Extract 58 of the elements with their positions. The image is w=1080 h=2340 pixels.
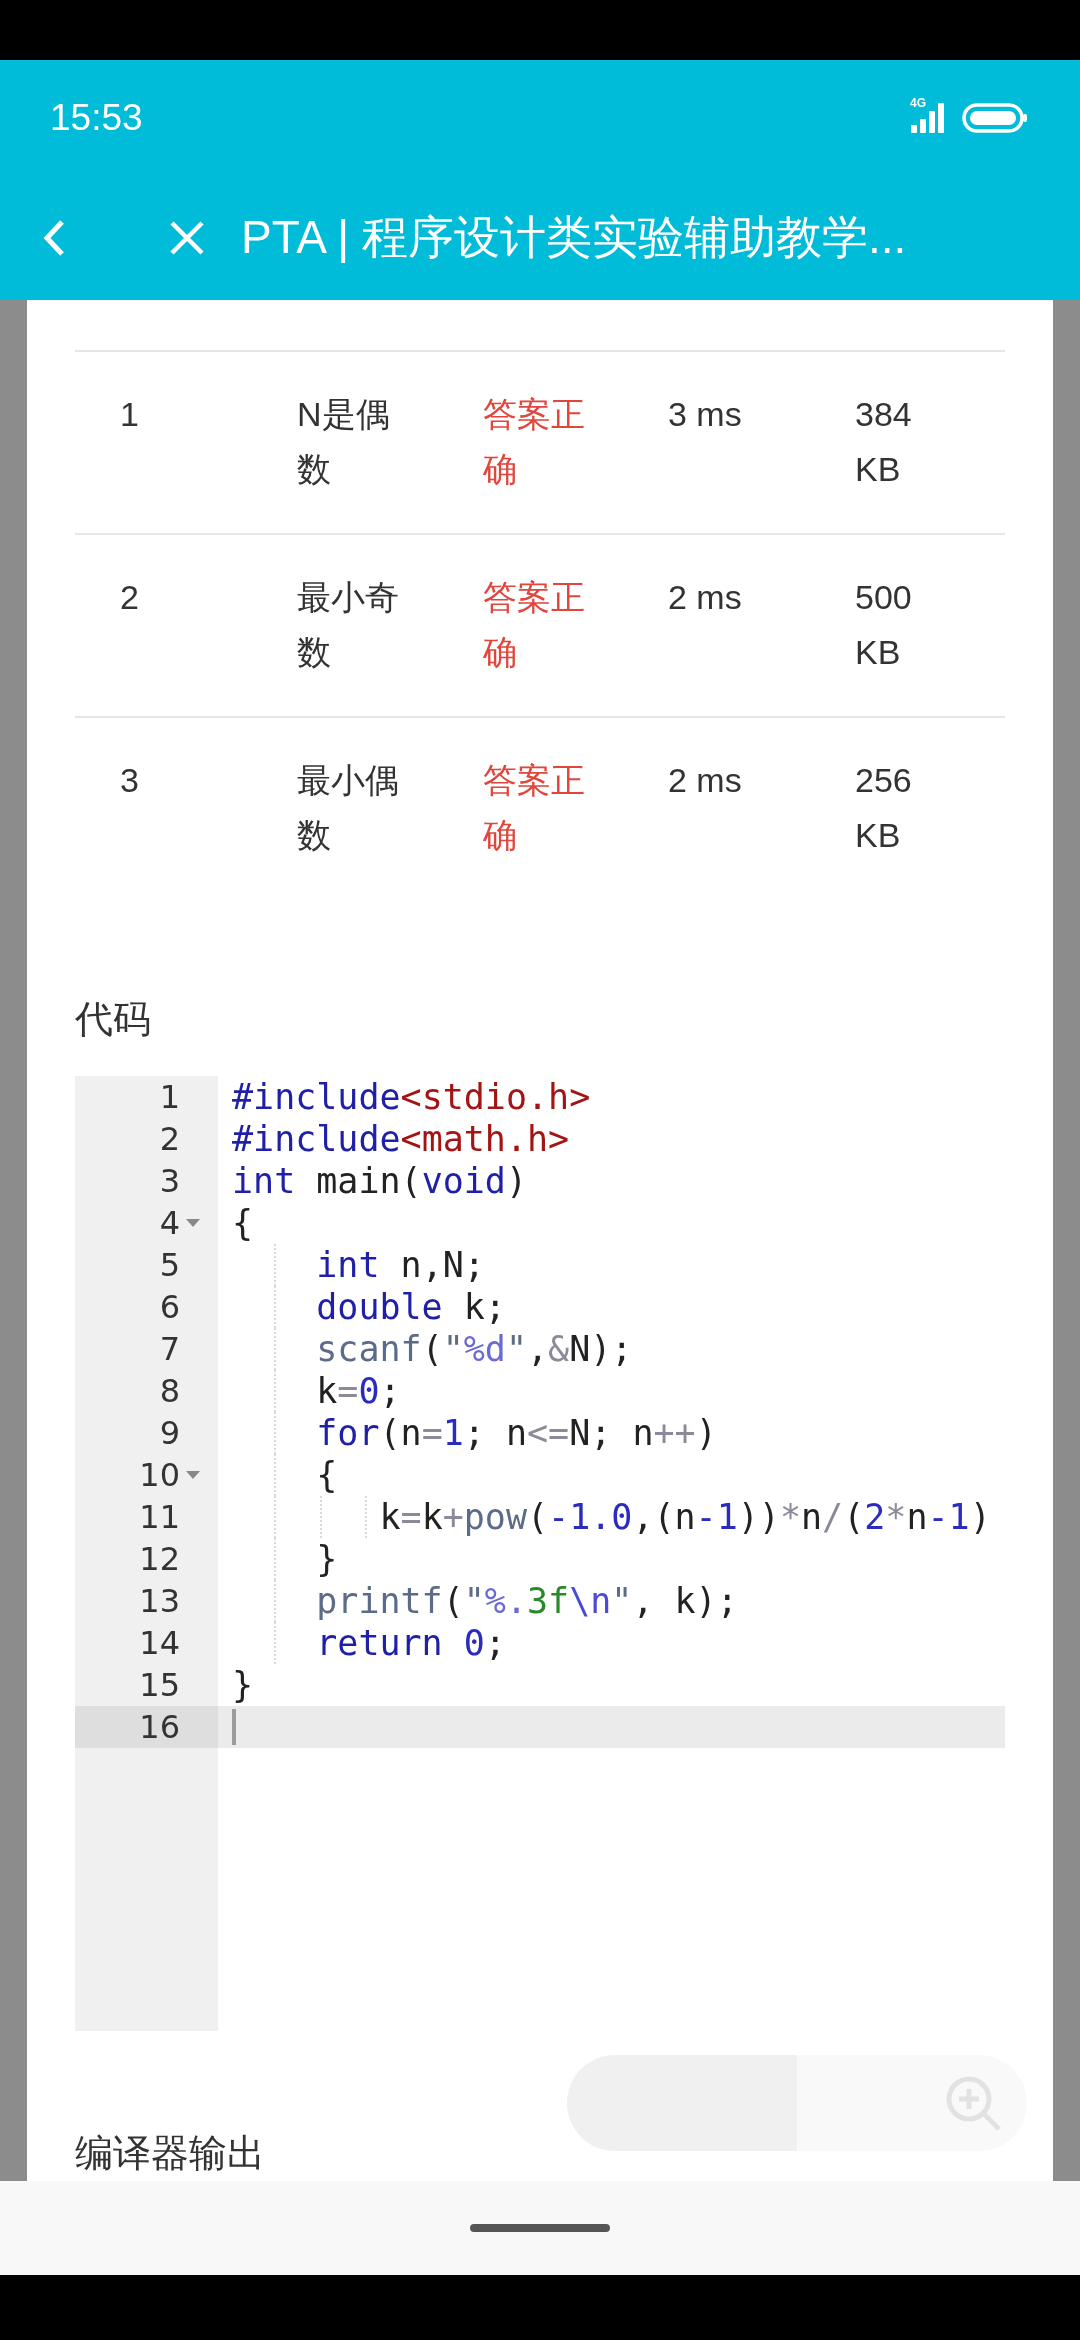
case-name: 最小奇数: [297, 577, 400, 673]
text-cursor: [232, 1709, 236, 1745]
code-line: return 0;: [316, 1622, 506, 1664]
home-indicator[interactable]: [470, 2224, 610, 2232]
code-line: scanf("%d",&N);: [316, 1328, 633, 1370]
battery-icon: [962, 100, 1028, 135]
clock-time: 15:53: [50, 95, 143, 140]
fold-caret-icon[interactable]: [186, 1219, 200, 1227]
memory-usage: 500 KB: [855, 577, 913, 673]
line-number: 2: [159, 1123, 180, 1155]
line-number: 13: [139, 1585, 180, 1617]
section-heading: 代码: [75, 997, 152, 1042]
code-line: #include<math.h>: [232, 1118, 570, 1160]
code-line: for(n=1; n<=N; n++): [316, 1412, 717, 1454]
code-line: {: [232, 1202, 254, 1244]
line-number: 3: [159, 1165, 180, 1197]
line-number: 16: [139, 1711, 180, 1743]
code-line: int main(void): [232, 1160, 528, 1202]
code-line: double k;: [316, 1286, 506, 1328]
line-number: 7: [159, 1333, 180, 1365]
section-heading: 编译器输出: [75, 2131, 266, 2176]
code-line: int n,N;: [316, 1244, 485, 1286]
line-number: 6: [159, 1291, 180, 1323]
case-name: 最小偶数: [297, 760, 400, 856]
memory-usage: 256 KB: [855, 760, 913, 856]
indent-guide: [320, 1496, 323, 1538]
case-number: 2: [120, 577, 140, 618]
code-line: }: [232, 1664, 254, 1706]
line-number: 10: [139, 1459, 180, 1491]
memory-usage: 384 KB: [855, 394, 913, 490]
case-number: 3: [120, 760, 140, 801]
code-line: printf("%.3f\n", k);: [316, 1580, 738, 1622]
line-number: 11: [139, 1501, 180, 1533]
line-number: 1: [159, 1081, 180, 1113]
line-number: 8: [159, 1375, 180, 1407]
line-number: 9: [159, 1417, 180, 1449]
line-number: 12: [139, 1543, 180, 1575]
close-icon: [169, 219, 205, 256]
indent-guide: [364, 1496, 367, 1538]
code-line: #include<stdio.h>: [232, 1076, 591, 1118]
page-title: PTA | 程序设计类实验辅助教学...: [241, 210, 907, 265]
result-status: 答案正确: [483, 577, 586, 673]
result-status: 答案正确: [483, 394, 586, 490]
run-time: 3 ms: [668, 394, 743, 435]
run-time: 2 ms: [668, 760, 743, 801]
case-name: N是偶数: [297, 394, 391, 490]
line-number: 14: [139, 1627, 180, 1659]
line-number: 5: [159, 1249, 180, 1281]
line-number: 4: [159, 1207, 180, 1239]
case-number: 1: [120, 394, 140, 435]
line-number: 15: [139, 1669, 180, 1701]
code-line: }: [316, 1538, 338, 1580]
code-line: {: [316, 1454, 338, 1496]
code-line: k=k+pow(-1.0,(n-1))*n/(2*n-1): [379, 1496, 991, 1538]
run-time: 2 ms: [668, 577, 743, 618]
code-line: k=0;: [316, 1370, 401, 1412]
fold-caret-icon[interactable]: [186, 1471, 200, 1479]
result-status: 答案正确: [483, 760, 586, 856]
